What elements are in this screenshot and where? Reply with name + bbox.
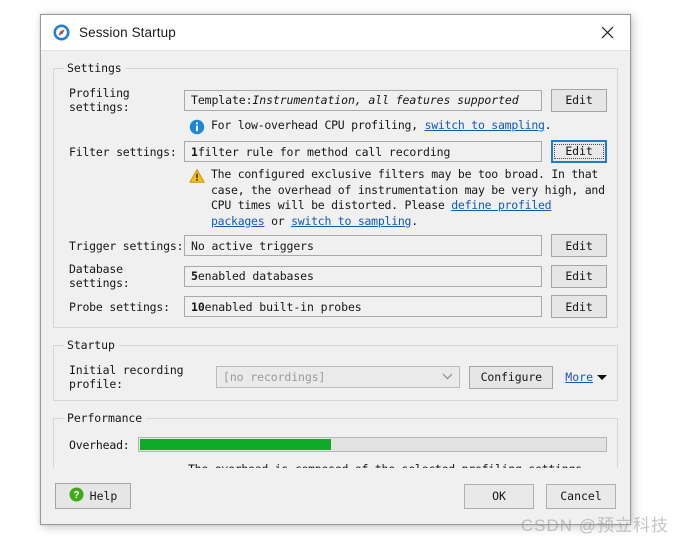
filter-edit-label: Edit xyxy=(554,143,604,160)
cancel-button[interactable]: Cancel xyxy=(546,483,616,509)
row-database-settings: Database settings: 5 enabled databases E… xyxy=(64,262,607,290)
info-text-after: . xyxy=(544,118,552,132)
probe-count: 10 xyxy=(191,299,205,314)
profiling-settings-field[interactable]: Template: Instrumentation, all features … xyxy=(184,89,542,111)
row-probe-settings: Probe settings: 10 enabled built-in prob… xyxy=(64,295,607,318)
profiling-info-text: For low-overhead CPU profiling, switch t… xyxy=(211,118,552,135)
row-initial-recording-profile: Initial recording profile: [no recording… xyxy=(64,363,607,391)
configure-button[interactable]: Configure xyxy=(469,365,554,389)
screen: Session Startup Settings Profiling setti… xyxy=(0,0,673,540)
settings-legend: Settings xyxy=(67,61,122,75)
info-text-before: For low-overhead CPU profiling, xyxy=(211,118,425,132)
profiling-info-note: For low-overhead CPU profiling, switch t… xyxy=(184,118,607,135)
switch-to-sampling-link-2[interactable]: switch to sampling xyxy=(291,214,411,228)
dialog-body: Settings Profiling settings: Template: I… xyxy=(41,51,630,503)
probe-settings-edit-button[interactable]: Edit xyxy=(551,295,607,318)
performance-legend: Performance xyxy=(67,411,143,425)
filter-warning-note: The configured exclusive filters may be … xyxy=(184,167,607,229)
close-icon xyxy=(601,26,614,39)
filter-settings-label: Filter settings: xyxy=(69,144,177,159)
help-button[interactable]: ? Help xyxy=(55,483,131,509)
overhead-row: Overhead: xyxy=(64,437,607,452)
probe-value-rest: enabled built-in probes xyxy=(204,299,362,314)
filter-count: 1 xyxy=(191,144,198,159)
triangle-down-icon xyxy=(597,374,607,380)
more-options-link[interactable]: More xyxy=(565,370,607,384)
database-count: 5 xyxy=(191,269,198,283)
probe-settings-label: Probe settings: xyxy=(69,299,170,314)
filter-settings-edit-button[interactable]: Edit xyxy=(551,140,607,163)
row-trigger-settings: Trigger settings: No active triggers Edi… xyxy=(64,234,607,257)
help-button-label: Help xyxy=(89,489,118,503)
profiling-value-prefix: Template: xyxy=(191,93,253,107)
initial-recording-profile-select[interactable]: [no recordings] xyxy=(216,366,461,388)
settings-group: Settings Profiling settings: Template: I… xyxy=(53,61,618,328)
close-button[interactable] xyxy=(584,15,630,50)
startup-legend: Startup xyxy=(67,338,115,352)
trigger-settings-label: Trigger settings: xyxy=(69,238,184,253)
overhead-progress-bar xyxy=(138,437,607,452)
profiling-settings-label: Profiling settings: xyxy=(69,86,130,114)
profiling-value-template: Instrumentation, all features supported xyxy=(252,93,519,107)
overhead-label: Overhead: xyxy=(69,437,130,452)
filter-warning-text: The configured exclusive filters may be … xyxy=(211,167,607,229)
database-settings-field[interactable]: 5 enabled databases xyxy=(184,265,542,287)
window-title: Session Startup xyxy=(79,25,176,40)
initial-recording-profile-value: [no recordings] xyxy=(223,370,326,384)
more-link-label: More xyxy=(565,370,593,384)
trigger-settings-field[interactable]: No active triggers xyxy=(184,235,542,256)
switch-to-sampling-link[interactable]: switch to sampling xyxy=(425,118,545,132)
warning-text-2: or xyxy=(264,213,292,228)
chevron-down-icon xyxy=(442,372,453,383)
initial-recording-profile-label: Initial recording profile: xyxy=(69,363,184,391)
dialog-footer: ? Help OK Cancel xyxy=(41,468,630,524)
titlebar: Session Startup xyxy=(41,15,630,51)
info-icon xyxy=(189,119,205,135)
database-value-rest: enabled databases xyxy=(197,269,314,283)
warning-icon xyxy=(189,168,205,184)
svg-text:?: ? xyxy=(73,490,79,501)
overhead-progress-fill xyxy=(140,439,331,450)
help-icon: ? xyxy=(69,487,84,505)
row-filter-settings: Filter settings: 1 filter rule for metho… xyxy=(64,140,607,163)
compass-icon xyxy=(53,24,70,41)
session-startup-dialog: Session Startup Settings Profiling setti… xyxy=(40,14,631,525)
database-settings-edit-button[interactable]: Edit xyxy=(551,264,607,288)
trigger-settings-edit-button[interactable]: Edit xyxy=(551,234,607,257)
filter-settings-field[interactable]: 1 filter rule for method call recording xyxy=(184,141,542,162)
filter-value-rest: filter rule for method call recording xyxy=(197,144,451,159)
startup-group: Startup Initial recording profile: [no r… xyxy=(53,338,618,401)
row-profiling-settings: Profiling settings: Template: Instrument… xyxy=(64,86,607,114)
database-settings-label: Database settings: xyxy=(69,262,130,290)
profiling-settings-edit-button[interactable]: Edit xyxy=(551,88,607,112)
ok-button[interactable]: OK xyxy=(464,483,534,509)
warning-text-3: . xyxy=(411,213,418,228)
probe-settings-field[interactable]: 10 enabled built-in probes xyxy=(184,296,542,317)
